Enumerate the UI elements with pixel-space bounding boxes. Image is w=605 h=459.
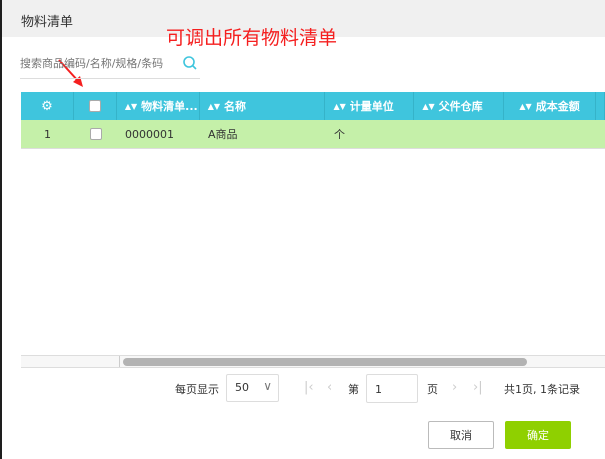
horizontal-scrollbar[interactable] (21, 355, 605, 368)
search-icon[interactable] (183, 56, 197, 70)
header-label: 计量单位 (349, 100, 394, 113)
column-settings[interactable]: ⚙ (21, 92, 74, 120)
select-all-checkbox[interactable] (88, 100, 101, 112)
sort-icon: ▲▼ (422, 101, 435, 111)
row-cost (505, 120, 597, 148)
sort-icon: ▲▼ (333, 101, 346, 111)
gear-icon[interactable]: ⚙ (41, 99, 53, 114)
page-prefix: 第 (348, 382, 359, 396)
per-page-label: 每页显示 (175, 382, 219, 396)
search-input[interactable] (20, 52, 170, 70)
next-page-icon[interactable]: › (452, 380, 457, 395)
row-warehouse (415, 120, 505, 148)
material-table: ⚙ ▲▼ 物料清单... ▲▼ 名称 ▲▼ 计量单位 ▲▼ 父件仓库 ▲▼ 成本金额 1 … (21, 92, 605, 149)
header-cost[interactable]: ▲▼ 成本金额 (504, 92, 596, 120)
row-unit: 个 (334, 128, 345, 141)
dialog-title: 物料清单 (21, 15, 74, 30)
scrollbar-thumb[interactable] (123, 358, 527, 366)
row-select-cell (74, 120, 117, 148)
header-name[interactable]: ▲▼ 名称 (200, 92, 326, 120)
first-page-icon[interactable]: |‹ (304, 380, 314, 395)
select-all-cell (74, 92, 117, 120)
search-box (20, 52, 200, 79)
table-row[interactable]: 1 0000001 A商品 个 (21, 120, 605, 149)
row-name: A商品 (208, 128, 238, 141)
header-unit[interactable]: ▲▼ 计量单位 (325, 92, 415, 120)
material-list-dialog: 物料清单 可调出所有物料清单 ⚙ ▲▼物料清单... ▲▼名称 ▲▼计量单位 ▲… (2, 0, 605, 459)
row-more (597, 120, 605, 148)
last-page-icon[interactable]: ›| (473, 380, 483, 395)
header-label: 物料清单... (141, 100, 198, 113)
row-checkbox[interactable] (89, 128, 102, 140)
page-summary: 共1页, 1条记录 (504, 382, 580, 396)
per-page-select[interactable]: 50 ∨ (226, 374, 279, 402)
chevron-down-icon: ∨ (263, 379, 272, 393)
scrollbar-divider (119, 356, 120, 367)
table-header: ⚙ ▲▼ 物料清单... ▲▼ 名称 ▲▼ 计量单位 ▲▼ 父件仓库 ▲▼ 成本金额 (21, 92, 605, 120)
annotation-text: 可调出所有物料清单 (166, 27, 338, 49)
header-code[interactable]: ▲▼ 物料清单... (117, 92, 200, 120)
cancel-button[interactable]: 取消 (428, 421, 494, 449)
header-label: 父件仓库 (438, 100, 483, 113)
prev-page-icon[interactable]: ‹ (327, 380, 332, 395)
per-page-value: 50 (235, 381, 249, 394)
header-warehouse[interactable]: ▲▼ 父件仓库 (414, 92, 505, 120)
sort-icon: ▲▼ (519, 101, 532, 111)
sort-icon: ▲▼ (207, 101, 220, 111)
sort-icon: ▲▼ (124, 101, 138, 111)
page-input[interactable]: 1 (366, 374, 418, 403)
row-index: 1 (44, 127, 51, 141)
header-label: 成本金额 (535, 100, 580, 113)
row-code: 0000001 (125, 127, 174, 141)
header-label: 名称 (224, 100, 246, 113)
page-suffix: 页 (427, 382, 438, 396)
confirm-button[interactable]: 确定 (505, 421, 571, 449)
header-more (596, 92, 605, 120)
